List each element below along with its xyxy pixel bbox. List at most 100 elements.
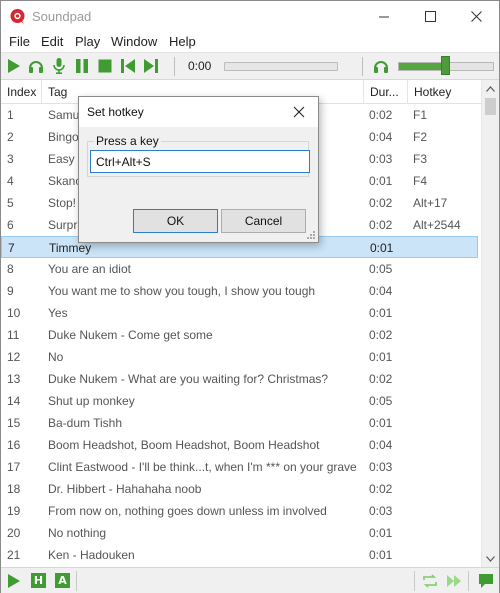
table-row[interactable]: 16 Boom Headshot, Boom Headshot, Boom Hea… bbox=[1, 434, 478, 456]
microphone-icon[interactable] bbox=[50, 57, 68, 75]
row-duration: 0:02 bbox=[369, 328, 393, 342]
status-divider bbox=[414, 571, 415, 591]
dialog-close-icon[interactable] bbox=[291, 104, 307, 120]
row-duration: 0:01 bbox=[369, 526, 393, 540]
row-tag: Boom Headshot, Boom Headshot, Boom Heads… bbox=[48, 438, 320, 452]
chevron-down-icon bbox=[486, 555, 495, 562]
playback-progress-slider[interactable] bbox=[224, 62, 338, 71]
row-tag: You want me to show you tough, I show yo… bbox=[48, 284, 316, 298]
row-tag: From now on, nothing goes down unless im… bbox=[48, 504, 327, 518]
table-row[interactable]: 19 From now on, nothing goes down unless … bbox=[1, 500, 478, 522]
vertical-scrollbar[interactable] bbox=[481, 80, 499, 567]
table-row[interactable]: 20 No nothing 0:01 bbox=[1, 522, 478, 544]
row-hotkey: F1 bbox=[413, 108, 428, 122]
menu-help[interactable]: Help bbox=[169, 34, 196, 49]
close-icon bbox=[470, 11, 482, 22]
headphones-icon[interactable] bbox=[27, 57, 45, 75]
row-index: 16 bbox=[7, 438, 21, 452]
maximize-icon bbox=[424, 11, 436, 22]
menu-window[interactable]: Window bbox=[111, 34, 157, 49]
row-duration: 0:02 bbox=[369, 372, 393, 386]
table-row[interactable]: 18 Dr. Hibbert - Hahahaha noob 0:02 bbox=[1, 478, 478, 500]
fast-forward-icon[interactable] bbox=[445, 572, 463, 590]
volume-slider-thumb[interactable] bbox=[441, 56, 450, 75]
chevron-up-icon bbox=[486, 85, 495, 92]
menu-file[interactable]: File bbox=[9, 34, 30, 49]
row-index: 17 bbox=[7, 460, 21, 474]
menu-edit[interactable]: Edit bbox=[41, 34, 63, 49]
row-index: 10 bbox=[7, 306, 21, 320]
row-index: 7 bbox=[8, 241, 15, 255]
row-tag: No nothing bbox=[48, 526, 107, 540]
autoplay-toggle-button[interactable]: A bbox=[55, 573, 70, 588]
table-row[interactable]: 9 You want me to show you tough, I show y… bbox=[1, 280, 478, 302]
row-index: 9 bbox=[7, 284, 14, 298]
maximize-button[interactable] bbox=[407, 1, 453, 32]
table-row[interactable]: 17 Clint Eastwood - I'll be think...t, wh… bbox=[1, 456, 478, 478]
row-index: 2 bbox=[7, 130, 14, 144]
pause-icon[interactable] bbox=[73, 57, 91, 75]
row-index: 19 bbox=[7, 504, 21, 518]
row-tag: Ba-dum Tishh bbox=[48, 416, 123, 430]
volume-headphones-icon[interactable] bbox=[372, 57, 390, 75]
row-duration: 0:01 bbox=[369, 350, 393, 364]
hotkey-input[interactable] bbox=[90, 150, 310, 173]
row-duration: 0:01 bbox=[369, 416, 393, 430]
table-row[interactable]: 10 Yes 0:01 bbox=[1, 302, 478, 324]
previous-icon[interactable] bbox=[119, 57, 137, 75]
row-duration: 0:04 bbox=[369, 438, 393, 452]
table-row[interactable]: 11 Duke Nukem - Come get some 0:02 bbox=[1, 324, 478, 346]
play-icon[interactable] bbox=[5, 572, 23, 590]
row-index: 6 bbox=[7, 218, 14, 232]
dialog-title-bar[interactable]: Set hotkey bbox=[79, 97, 318, 127]
table-row[interactable]: 15 Ba-dum Tishh 0:01 bbox=[1, 412, 478, 434]
speech-bubble-icon[interactable] bbox=[477, 572, 495, 590]
row-duration: 0:02 bbox=[369, 482, 393, 496]
row-duration: 0:01 bbox=[369, 548, 393, 562]
soundpad-logo-icon bbox=[10, 9, 25, 24]
column-header-index[interactable]: Index bbox=[1, 80, 42, 104]
row-tag: Yes bbox=[48, 306, 68, 320]
scrollbar-thumb[interactable] bbox=[485, 98, 496, 115]
row-index: 20 bbox=[7, 526, 21, 540]
group-label: Press a key bbox=[94, 134, 161, 148]
row-duration: 0:03 bbox=[369, 460, 393, 474]
toolbar-separator bbox=[362, 57, 363, 76]
play-icon[interactable] bbox=[5, 57, 23, 75]
title-bar[interactable]: Soundpad bbox=[1, 1, 499, 32]
row-tag: Dr. Hibbert - Hahahaha noob bbox=[48, 482, 202, 496]
status-bar: H A bbox=[1, 567, 499, 593]
row-index: 15 bbox=[7, 416, 21, 430]
table-row[interactable]: 21 Ken - Hadouken 0:01 bbox=[1, 544, 478, 566]
column-header-duration[interactable]: Dur... bbox=[364, 80, 408, 104]
row-index: 3 bbox=[7, 152, 14, 166]
row-tag: Duke Nukem - What are you waiting for? C… bbox=[48, 372, 329, 386]
close-button[interactable] bbox=[453, 1, 499, 32]
row-index: 18 bbox=[7, 482, 21, 496]
row-index: 14 bbox=[7, 394, 21, 408]
scroll-down-button[interactable] bbox=[482, 550, 499, 567]
table-row[interactable]: 13 Duke Nukem - What are you waiting for?… bbox=[1, 368, 478, 390]
menu-bar: File Edit Play Window Help bbox=[1, 32, 499, 52]
window-title: Soundpad bbox=[32, 9, 92, 24]
stop-icon[interactable] bbox=[96, 57, 114, 75]
resize-grip-icon[interactable] bbox=[306, 230, 316, 240]
status-divider bbox=[76, 571, 77, 591]
menu-play[interactable]: Play bbox=[75, 34, 100, 49]
volume-fill bbox=[399, 63, 446, 70]
hotkeys-toggle-button[interactable]: H bbox=[31, 573, 46, 588]
table-row[interactable]: 12 No 0:01 bbox=[1, 346, 478, 368]
row-tag: You are an idiot bbox=[48, 262, 131, 276]
row-duration: 0:05 bbox=[369, 394, 393, 408]
scroll-up-button[interactable] bbox=[482, 80, 499, 97]
cancel-button[interactable]: Cancel bbox=[221, 209, 306, 233]
table-row[interactable]: 14 Shut up monkey 0:05 bbox=[1, 390, 478, 412]
table-row[interactable]: 8 You are an idiot 0:05 bbox=[1, 258, 478, 280]
minimize-button[interactable] bbox=[361, 1, 407, 32]
column-header-hotkey[interactable]: Hotkey bbox=[408, 80, 481, 104]
dialog-title: Set hotkey bbox=[87, 105, 144, 119]
repeat-icon[interactable] bbox=[421, 572, 439, 590]
ok-button[interactable]: OK bbox=[133, 209, 218, 233]
playback-time: 0:00 bbox=[188, 59, 212, 73]
next-icon[interactable] bbox=[142, 57, 160, 75]
